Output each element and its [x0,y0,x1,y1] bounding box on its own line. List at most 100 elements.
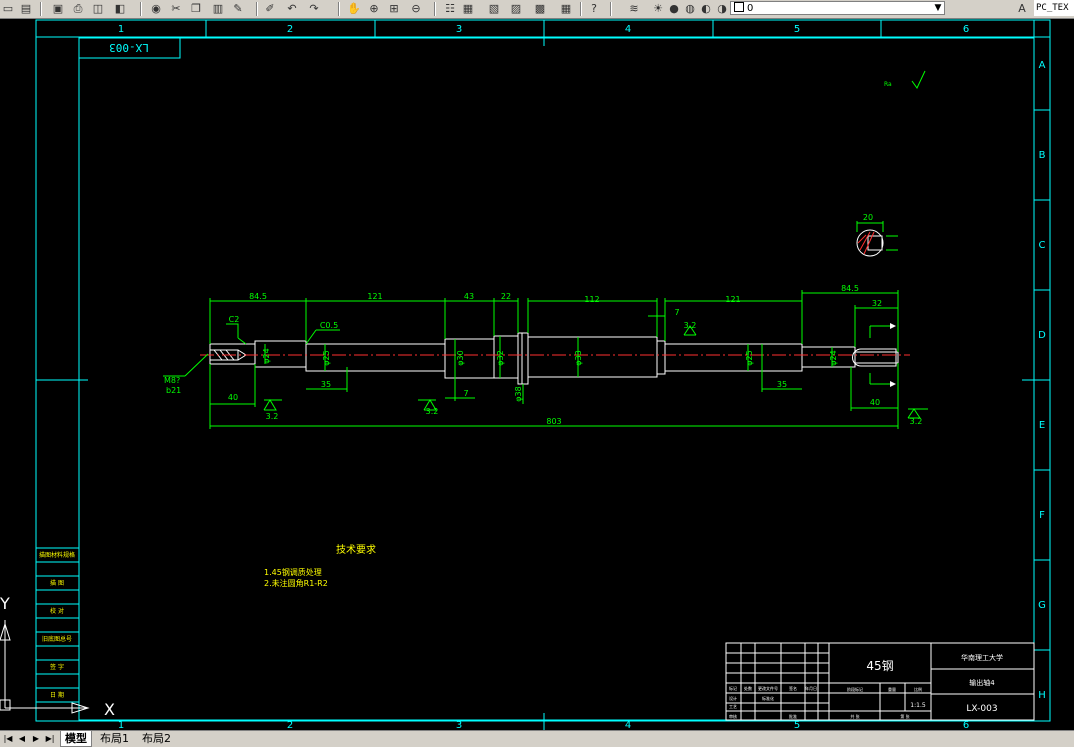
chamfer-c05: C0.5 [320,321,338,330]
toolbar-separator [434,2,436,16]
paste-icon[interactable]: ▥ [210,1,226,16]
layer-lock-icon[interactable]: ◍ [682,1,698,16]
markup-icon[interactable]: ▩ [532,1,548,16]
side-table-label: 描图材料规格 [39,551,75,559]
pan-icon[interactable]: ✋ [346,1,362,16]
toolbar-separator [338,2,340,16]
title-school: 华南理工大学 [961,653,1003,662]
title-block-label: 第 张 [900,713,909,719]
frame-col-label: 6 [963,24,969,35]
title-block-label: 重量 [888,686,896,692]
dim-121-left: 121 [367,292,382,301]
title-block-label: 批准 [789,713,797,719]
frame-col-label: 5 [794,720,800,730]
section-view [856,229,884,257]
frame-row-label: A [1039,60,1046,71]
dim-35-right: 35 [777,380,787,389]
frame-row-label: D [1038,330,1046,341]
title-part-name: 输出轴4 [969,678,995,687]
preview-icon[interactable]: ◫ [90,1,106,16]
dia-25-right: φ25 [745,350,754,365]
ucs-icon [0,620,90,714]
zoom-window-icon[interactable]: ⊞ [386,1,402,16]
frame-col-label: 4 [625,24,631,35]
tab-layout2[interactable]: 布局2 [138,731,175,746]
title-block-label: 标记 [729,685,737,691]
layer-color-swatch [734,2,744,12]
frame-col-label: 3 [456,24,462,35]
tab-prev-icon[interactable]: ◀ [16,733,28,745]
sheetset-icon[interactable]: ▨ [508,1,524,16]
brush-icon[interactable]: ✎ [230,1,246,16]
properties-icon[interactable]: ☷ [442,1,458,16]
roughness-3-2-mid: 3.2 [426,407,439,416]
roughness-corner-label: Ra [884,81,892,88]
tab-first-icon[interactable]: |◀ [2,733,14,745]
zoom-previous-icon[interactable]: ⊖ [408,1,424,16]
redo-icon[interactable]: ↷ [306,1,322,16]
save-icon[interactable]: ▣ [50,1,66,16]
thread-m8: M8? [164,376,180,385]
layer-manager-icon[interactable]: ≋ [626,1,642,16]
dia-38: φ38 [514,386,523,401]
chamfer-c2: C2 [229,315,240,324]
open-icon[interactable]: ▤ [18,1,34,16]
text-style-icon[interactable]: A [1014,1,1030,16]
dim-40-left: 40 [228,393,238,402]
title-block-label: 签名 [789,685,797,691]
dim-43: 43 [464,292,474,301]
layer-dropdown-value: 0 [747,3,754,14]
title-scale: 1:1.5 [910,702,926,709]
frame-col-label: 5 [794,24,800,35]
tab-next-icon[interactable]: ▶ [30,733,42,745]
note-2: 2.未注圆角R1-R2 [264,578,328,588]
dimension-lines [163,290,899,429]
drawing-canvas[interactable]: 112233445566ABCDEFGH LX-003 20 84.5 121 … [0,18,1074,730]
dim-32: 32 [872,299,882,308]
print-icon[interactable]: ⎙ [70,1,86,16]
shaft-outline [209,332,899,385]
designcenter-icon[interactable]: ▦ [460,1,476,16]
dia-33: φ33 [574,350,583,365]
dim-803: 803 [546,417,561,426]
tab-layout1[interactable]: 布局1 [96,731,133,746]
zoom-realtime-icon[interactable]: ⊕ [366,1,382,16]
notes-title: 技术要求 [336,543,376,556]
chevron-down-icon[interactable]: ▼ [932,1,944,15]
title-code: LX-003 [966,704,997,714]
title-block-label: 更改文件号 [758,685,778,691]
layer-on-icon[interactable]: ☀ [650,1,666,16]
title-block-label: 设计 [729,695,737,701]
publish-icon[interactable]: ◧ [112,1,128,16]
layer-freeze-icon[interactable]: ● [666,1,682,16]
undo-icon[interactable]: ↶ [284,1,300,16]
dim-40-right: 40 [870,398,880,407]
dim-35-left: 35 [321,380,331,389]
text-style-dropdown[interactable]: PC_TEX [1034,0,1074,16]
tab-last-icon[interactable]: ▶| [44,733,56,745]
cut-icon[interactable]: ✂ [168,1,184,16]
side-table-label: 旧底图总号 [42,635,72,643]
side-table-label: 签 字 [50,663,64,671]
calculator-icon[interactable]: ▦ [558,1,574,16]
matchprop-icon[interactable]: ✐ [262,1,278,16]
dim-84-5-left: 84.5 [249,292,267,301]
layer-state-icon[interactable]: ◑ [714,1,730,16]
frame-row-label: G [1038,600,1046,611]
new-icon[interactable]: ▭ [0,1,16,16]
dia-30: φ30 [456,350,465,365]
frame-col-label: 2 [287,720,293,730]
toolpalette-icon[interactable]: ▧ [486,1,502,16]
frame-col-label: 4 [625,720,631,730]
tab-model[interactable]: 模型 [60,731,92,747]
title-block-label: 工艺 [729,704,737,709]
globe-icon[interactable]: ◉ [148,1,164,16]
layer-dropdown[interactable]: 0 [730,1,945,15]
title-block-label: 阶段标记 [847,686,863,692]
copy-icon[interactable]: ❐ [188,1,204,16]
help-icon[interactable]: ? [586,1,602,16]
layer-previous-icon[interactable]: ◐ [698,1,714,16]
frame-col-label: 2 [287,24,293,35]
dim-7-top: 7 [674,308,679,317]
roughness-3-2-right: 3.2 [910,417,923,426]
